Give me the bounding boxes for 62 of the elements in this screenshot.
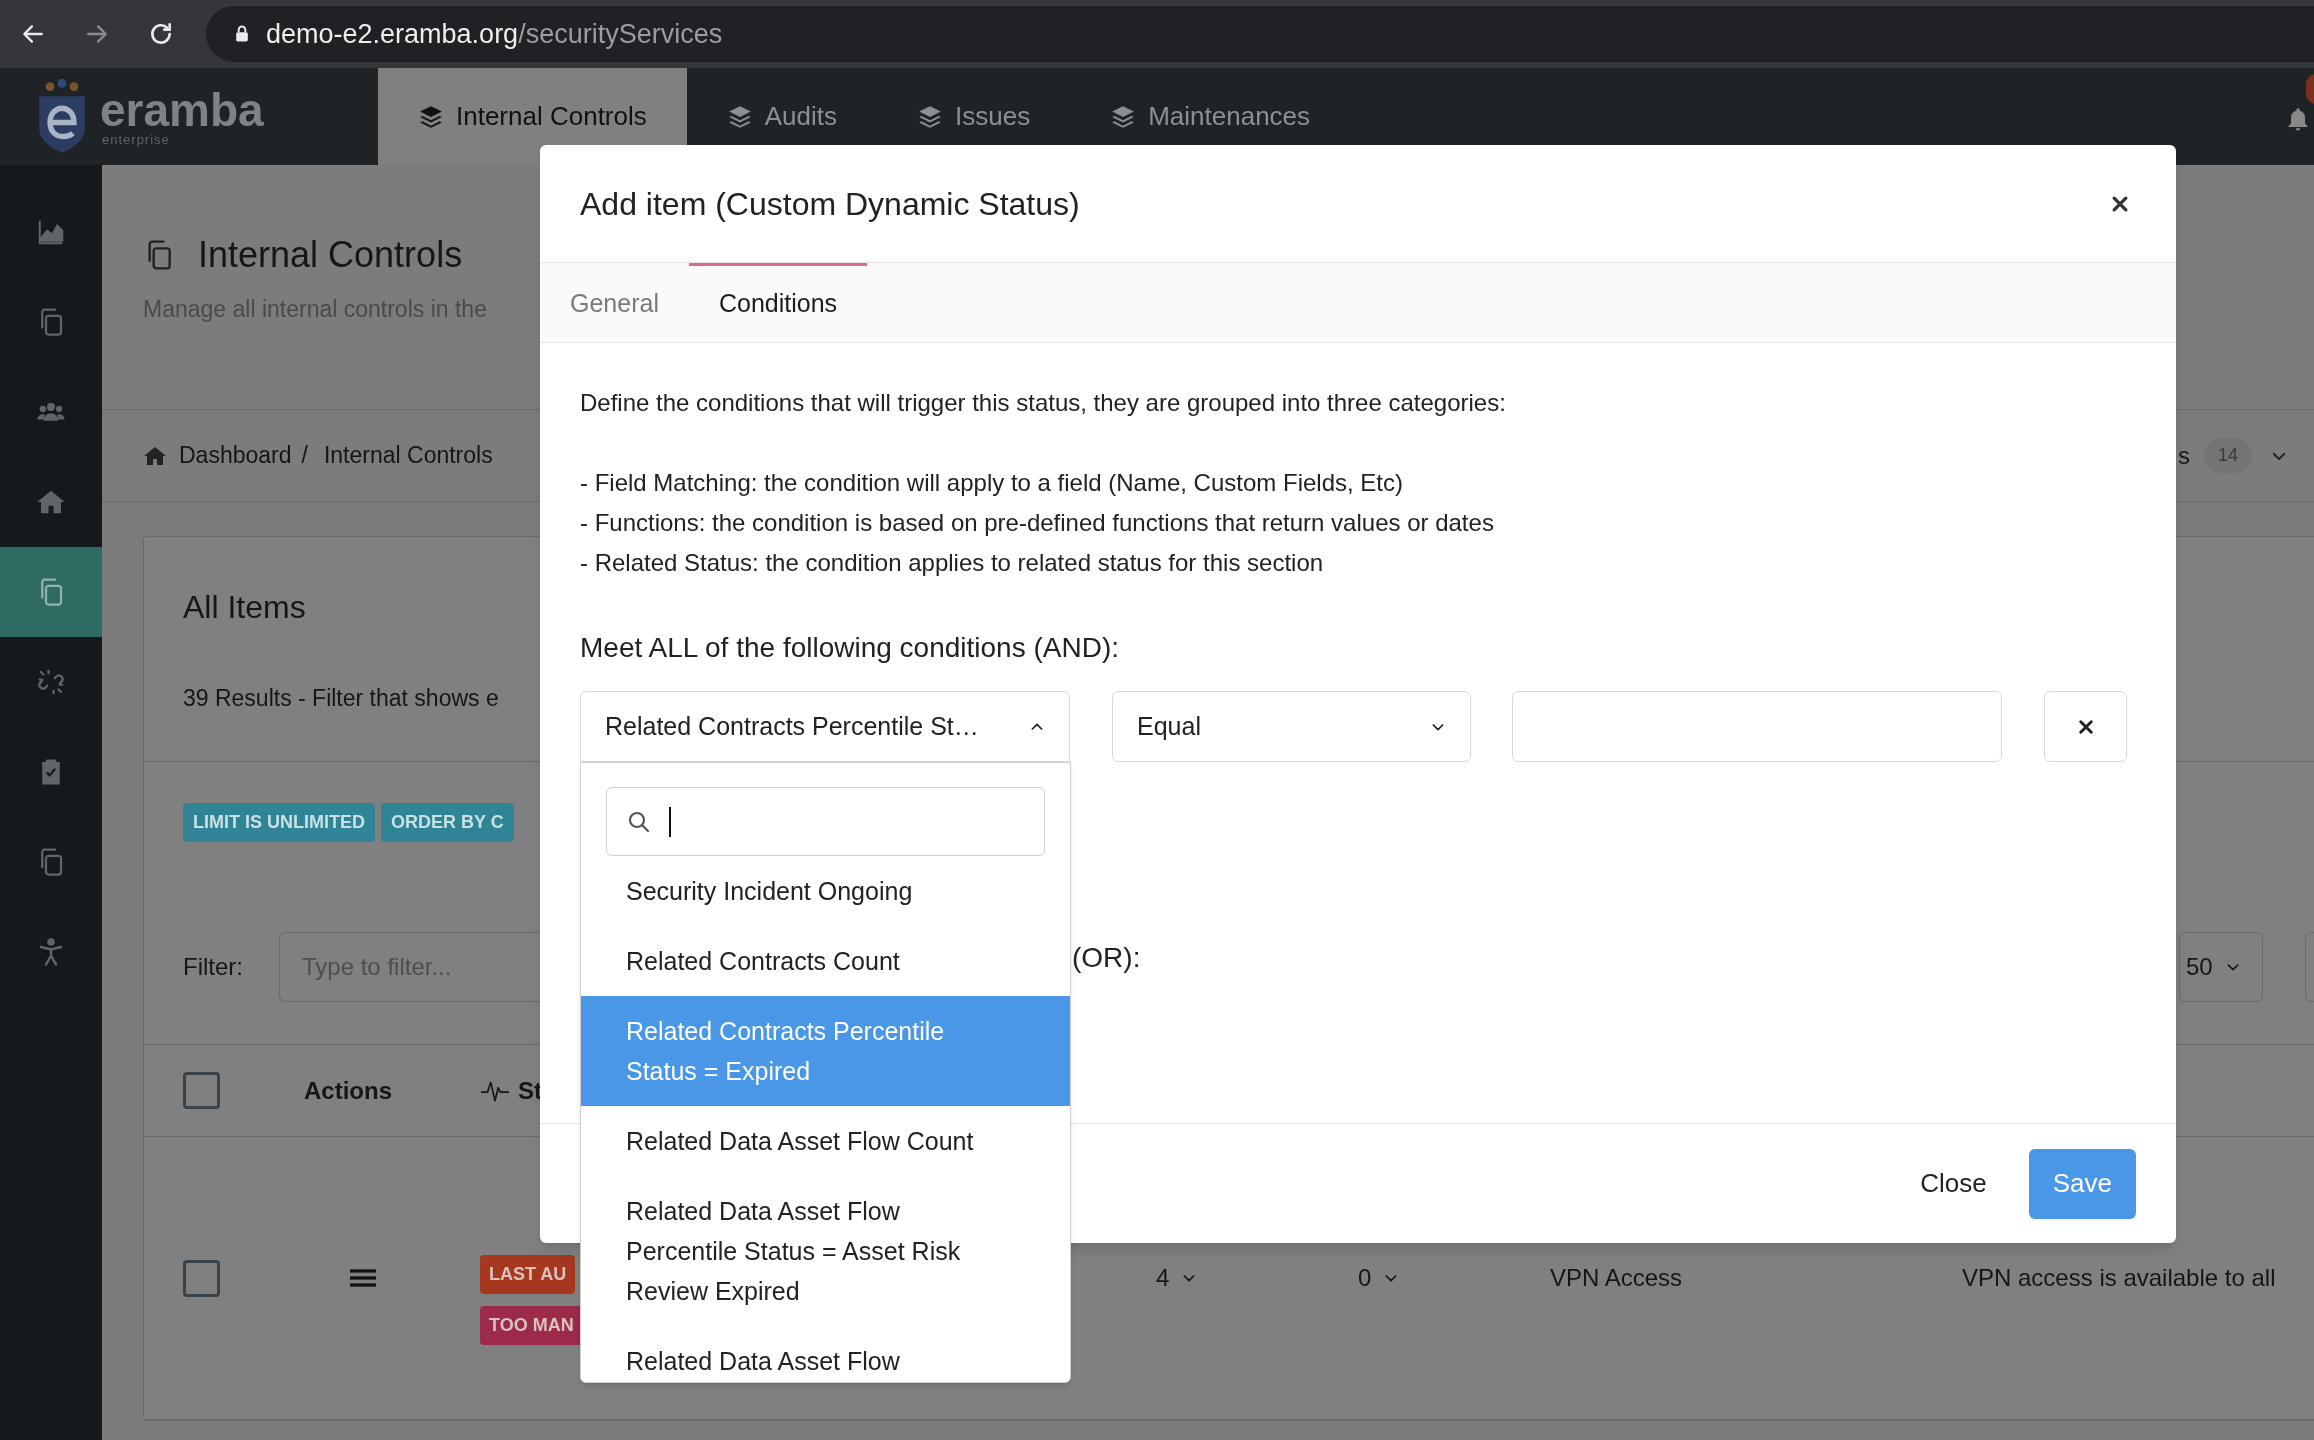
dropdown-option[interactable]: Related Data Asset Flow Count bbox=[581, 1106, 1070, 1176]
column-header[interactable]: St bbox=[518, 1072, 542, 1109]
layers-icon bbox=[1110, 103, 1137, 130]
logo-tagline: enterprise bbox=[101, 132, 171, 147]
dropdown-option[interactable]: Related Contracts Percentile Status = Expired bbox=[581, 996, 1070, 1106]
status-badge: TOO MAN bbox=[480, 1306, 583, 1345]
checkbox[interactable] bbox=[183, 1072, 220, 1109]
address-bar[interactable]: demo-e2.eramba.org/securityServices bbox=[206, 6, 2314, 62]
search-icon bbox=[627, 809, 651, 834]
category-description: - Functions: the condition is based on pre-defined functions that return values or dates bbox=[580, 508, 1494, 538]
text-cursor bbox=[669, 806, 671, 837]
filters-label[interactable]: s bbox=[2177, 437, 2190, 474]
close-icon[interactable] bbox=[2110, 193, 2130, 214]
layers-icon bbox=[726, 103, 753, 130]
dropdown-option[interactable]: Related Data Asset Flow bbox=[581, 1326, 1070, 1382]
breadcrumb-link[interactable]: Dashboard bbox=[179, 438, 292, 473]
tag-badge: ORDER BY C bbox=[381, 803, 514, 842]
layers-icon bbox=[917, 103, 944, 130]
category-description: - Field Matching: the condition will apply to a field (Name, Custom Fields, Etc) bbox=[580, 468, 1403, 498]
section-heading: (OR): bbox=[1072, 941, 1141, 975]
intro-text: Define the conditions that will trigger this status, they are grouped into three categories: bbox=[580, 388, 1507, 418]
search-field[interactable] bbox=[606, 787, 1045, 856]
nav-tab[interactable]: Internal Controls bbox=[378, 68, 687, 165]
tag-badge: LIMIT IS UNLIMITED bbox=[183, 803, 375, 842]
nav-tab[interactable]: Audits bbox=[686, 68, 878, 165]
nav-tab[interactable]: Maintenances bbox=[1070, 68, 1351, 165]
checkbox[interactable] bbox=[183, 1259, 220, 1297]
menu-icon[interactable] bbox=[350, 1267, 376, 1289]
url-text: demo-e2.eramba.org/securityServices bbox=[266, 17, 723, 51]
table-cell-text: VPN access is available to all bbox=[1962, 1263, 2277, 1293]
value-input[interactable] bbox=[1512, 691, 2002, 762]
operator-select[interactable]: Equal bbox=[1112, 691, 1471, 762]
filter-label: Filter: bbox=[183, 952, 244, 982]
layers-icon bbox=[418, 103, 444, 130]
logo-text: eramba bbox=[100, 86, 264, 133]
broken-link-icon bbox=[36, 667, 66, 697]
save-button[interactable]: Save bbox=[2028, 1148, 2136, 1219]
dropdown-option[interactable]: Security Incident Ongoing bbox=[581, 856, 1070, 926]
breadcrumb-separator: / bbox=[301, 441, 308, 471]
column-header[interactable]: Actions bbox=[304, 1072, 480, 1109]
category-description: - Related Status: the condition applies to related status for this section bbox=[580, 548, 1324, 578]
nav-tab[interactable]: Issues bbox=[877, 68, 1071, 165]
card-title: All Items bbox=[183, 588, 306, 627]
count-dropdown[interactable]: 4 bbox=[1156, 1260, 1198, 1296]
count-badge: 14 bbox=[2203, 438, 2252, 473]
section-heading: Meet ALL of the following conditions (AND): bbox=[580, 631, 1119, 665]
reload-icon[interactable] bbox=[148, 21, 174, 47]
table-cell-text: VPN Access bbox=[1550, 1263, 1684, 1293]
sidebar-item[interactable] bbox=[0, 547, 102, 637]
status-badge: LAST AU bbox=[480, 1255, 576, 1294]
page-title: Internal Controls bbox=[198, 233, 463, 277]
breadcrumb-link[interactable]: Internal Controls bbox=[323, 438, 493, 473]
modal-title: Add item (Custom Dynamic Status) bbox=[580, 184, 1080, 224]
dropdown-option[interactable]: Related Contracts Count bbox=[581, 926, 1070, 996]
page-size-select[interactable]: 50 bbox=[2179, 932, 2263, 1002]
close-icon bbox=[2076, 717, 2095, 736]
results-summary: 39 Results - Filter that shows e bbox=[183, 684, 499, 713]
count-dropdown[interactable]: 0 bbox=[1358, 1260, 1400, 1296]
close-button[interactable]: Close bbox=[1906, 1148, 2001, 1219]
modal-tab[interactable]: General bbox=[540, 263, 689, 342]
field-select[interactable]: Related Contracts Percentile St… bbox=[580, 691, 1070, 762]
dropdown-option[interactable]: Related Data Asset Flow Percentile Status = Asset Risk Review Expired bbox=[581, 1176, 1070, 1326]
